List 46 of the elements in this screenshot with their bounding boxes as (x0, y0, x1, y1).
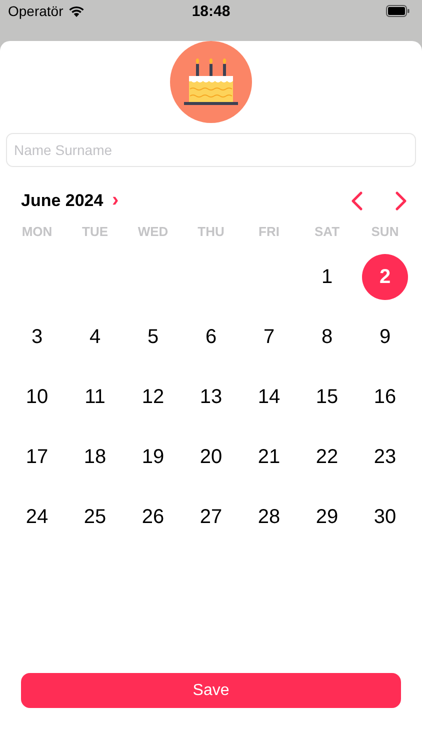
calendar-day[interactable]: 29 (304, 494, 350, 540)
calendar-day[interactable]: 15 (304, 374, 350, 420)
calendar-day[interactable]: 9 (362, 314, 408, 360)
calendar-day[interactable]: 27 (188, 494, 234, 540)
weekday-label: SAT (313, 224, 341, 239)
calendar-day[interactable]: 6 (188, 314, 234, 360)
weekday-label: SUN (370, 224, 400, 239)
calendar-day[interactable]: 17 (14, 434, 60, 480)
calendar-day[interactable]: 14 (246, 374, 292, 420)
calendar-day[interactable]: 20 (188, 434, 234, 480)
calendar-day[interactable]: 19 (130, 434, 176, 480)
name-input-field[interactable]: Name Surname (6, 133, 416, 167)
battery-icon (386, 5, 410, 17)
weekday-label: WED (136, 224, 170, 239)
calendar-day[interactable]: 1 (304, 254, 350, 300)
calendar-day[interactable]: 10 (14, 374, 60, 420)
calendar-day[interactable]: 28 (246, 494, 292, 540)
month-year-button[interactable]: June 2024 › (21, 189, 119, 212)
calendar-day[interactable]: 16 (362, 374, 408, 420)
calendar-day[interactable]: 5 (130, 314, 176, 360)
clock-time: 18:48 (190, 3, 232, 20)
next-month-icon[interactable] (394, 190, 408, 210)
weekday-label: THU (196, 224, 226, 239)
calendar-day[interactable]: 25 (72, 494, 118, 540)
weekday-label: MON (20, 224, 54, 239)
carrier-name: Operatör (8, 3, 64, 19)
calendar-day[interactable]: 18 (72, 434, 118, 480)
calendar-day[interactable]: 8 (304, 314, 350, 360)
calendar-day[interactable]: 12 (130, 374, 176, 420)
weekday-label: FRI (258, 224, 280, 239)
calendar-day[interactable]: 7 (246, 314, 292, 360)
calendar-day[interactable]: 30 (362, 494, 408, 540)
calendar-day[interactable]: 26 (130, 494, 176, 540)
calendar-day[interactable]: 23 (362, 434, 408, 480)
calendar-day[interactable]: 2 (362, 254, 408, 300)
save-button[interactable]: Save (21, 673, 401, 708)
previous-month-icon[interactable] (350, 190, 364, 210)
calendar-day[interactable]: 13 (188, 374, 234, 420)
calendar-day[interactable]: 4 (72, 314, 118, 360)
weekday-label: TUE (81, 224, 109, 239)
wifi-icon (68, 5, 86, 17)
calendar-day[interactable]: 24 (14, 494, 60, 540)
calendar-day[interactable]: 22 (304, 434, 350, 480)
calendar-day[interactable]: 11 (72, 374, 118, 420)
calendar-day[interactable]: 21 (246, 434, 292, 480)
calendar-day[interactable]: 3 (14, 314, 60, 360)
